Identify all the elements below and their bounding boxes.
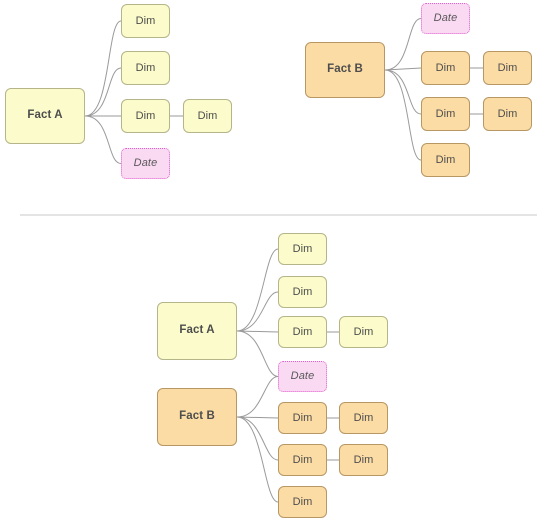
dimension-node-b-dim-2[interactable]: Dim (278, 276, 327, 308)
connector-tr-fact-b-to-tr-dim-3 (384, 69, 422, 115)
connector-b-fact-a-to-b-date (236, 330, 279, 377)
dimension-node-b-dim-7[interactable]: Dim (278, 444, 327, 476)
section-divider (20, 214, 537, 216)
diagram-canvas: Fact A Dim Dim Dim Dim Date Fact B Date Dim Dim Di… (0, 0, 544, 530)
dimension-node-tr-dim-1[interactable]: Dim (421, 51, 470, 85)
dimension-node-b-dim-9[interactable]: Dim (278, 486, 327, 518)
dimension-node-tl-dim-4[interactable]: Dim (183, 99, 232, 133)
dimension-node-tl-dim-1[interactable]: Dim (121, 4, 170, 38)
connector-b-fact-b-to-b-dim-5 (236, 416, 279, 419)
connector-b-fact-a-to-b-dim-2 (236, 291, 279, 332)
connector-tr-fact-b-to-tr-dim-1 (384, 67, 422, 71)
fact-node-b-fact-b[interactable]: Fact B (157, 388, 237, 446)
fact-node-tl-fact-a[interactable]: Fact A (5, 88, 85, 144)
connector-b-fact-a-to-b-dim-1 (236, 248, 279, 332)
dimension-node-b-dim-1[interactable]: Dim (278, 233, 327, 265)
dimension-node-b-dim-8[interactable]: Dim (339, 444, 388, 476)
connector-b-fact-b-to-b-dim-9 (236, 416, 279, 503)
connector-tl-fact-a-to-tl-date (84, 115, 122, 164)
dimension-node-tr-dim-2[interactable]: Dim (483, 51, 532, 85)
connector-tr-fact-b-to-tr-dim-5 (384, 69, 422, 161)
connector-b-fact-b-to-b-date (236, 376, 279, 418)
date-node-tl-date[interactable]: Date (121, 148, 170, 179)
connector-tl-fact-a-to-tl-dim-1 (84, 20, 122, 117)
dimension-node-tr-dim-3[interactable]: Dim (421, 97, 470, 131)
date-node-b-date[interactable]: Date (278, 361, 327, 392)
fact-node-b-fact-a[interactable]: Fact A (157, 302, 237, 360)
dimension-node-tl-dim-3[interactable]: Dim (121, 99, 170, 133)
connector-b-fact-b-to-b-dim-7 (236, 416, 279, 461)
fact-node-tr-fact-b[interactable]: Fact B (305, 42, 385, 98)
dimension-node-b-dim-4[interactable]: Dim (339, 316, 388, 348)
date-node-tr-date[interactable]: Date (421, 3, 470, 34)
connector-tr-fact-b-to-tr-date (384, 18, 422, 71)
dimension-node-tr-dim-5[interactable]: Dim (421, 143, 470, 177)
dimension-node-tl-dim-2[interactable]: Dim (121, 51, 170, 85)
dimension-node-b-dim-3[interactable]: Dim (278, 316, 327, 348)
connector-b-fact-a-to-b-dim-3 (236, 330, 279, 333)
dimension-node-b-dim-5[interactable]: Dim (278, 402, 327, 434)
dimension-node-tr-dim-4[interactable]: Dim (483, 97, 532, 131)
dimension-node-b-dim-6[interactable]: Dim (339, 402, 388, 434)
connector-tl-fact-a-to-tl-dim-2 (84, 67, 122, 117)
